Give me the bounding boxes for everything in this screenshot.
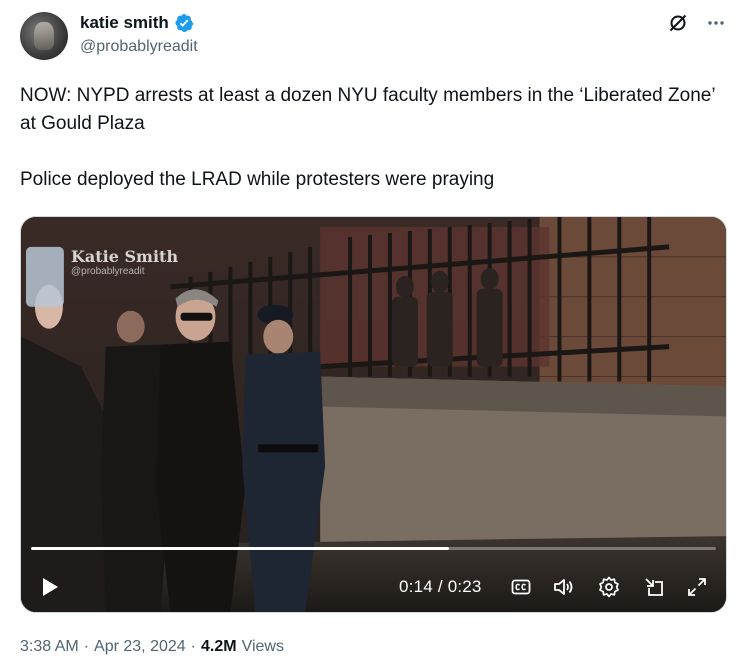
verified-badge-icon bbox=[175, 14, 194, 32]
meta-dot: · bbox=[83, 638, 90, 655]
video-duration: 0:23 bbox=[447, 577, 482, 596]
meta-dot: · bbox=[190, 638, 196, 655]
avatar[interactable] bbox=[20, 12, 68, 60]
tweet-date[interactable]: Apr 23, 2024 bbox=[94, 638, 186, 656]
video-player[interactable]: Katie Smith @probablyreadit 0:14 / 0:23 bbox=[20, 216, 727, 613]
watermark-handle: @probablyreadit bbox=[71, 266, 145, 277]
tweet-meta: 3:38 AM · Apr 23, 2024 · 4.2M Views bbox=[20, 638, 284, 656]
captions-icon[interactable] bbox=[509, 575, 533, 599]
video-time-separator: / bbox=[437, 577, 443, 596]
author-handle[interactable]: @probablyreadit bbox=[80, 38, 198, 56]
views-label: Views bbox=[241, 638, 284, 655]
minimize-icon[interactable] bbox=[642, 575, 666, 599]
settings-icon[interactable] bbox=[597, 575, 621, 599]
watermark-name: Katie Smith bbox=[71, 247, 179, 266]
grok-icon[interactable] bbox=[667, 12, 689, 34]
more-icon[interactable] bbox=[705, 12, 727, 34]
video-current-time: 0:14 bbox=[399, 577, 433, 596]
video-progress-bar[interactable] bbox=[31, 547, 716, 550]
tweet-top-actions bbox=[667, 12, 727, 34]
video-watermark: Katie Smith @probablyreadit bbox=[71, 247, 178, 277]
author-name-row[interactable]: katie smith bbox=[80, 13, 194, 33]
tweet-paragraph: Police deployed the LRAD while protester… bbox=[20, 169, 495, 190]
play-icon[interactable] bbox=[37, 575, 61, 599]
views-count: 4.2M bbox=[200, 638, 237, 655]
tweet-text: NOW: NYPD arrests at least a dozen NYU f… bbox=[20, 82, 720, 194]
fullscreen-icon[interactable] bbox=[685, 575, 709, 599]
tweet-paragraph: NOW: NYPD arrests at least a dozen NYU f… bbox=[20, 85, 715, 134]
author-display-name[interactable]: katie smith bbox=[80, 13, 169, 33]
volume-icon[interactable] bbox=[552, 575, 576, 599]
video-controls: 0:14 / 0:23 bbox=[21, 567, 726, 607]
video-time: 0:14 / 0:23 bbox=[399, 577, 482, 597]
video-progress-fill bbox=[31, 547, 449, 550]
tweet-time[interactable]: 3:38 AM bbox=[20, 638, 79, 656]
